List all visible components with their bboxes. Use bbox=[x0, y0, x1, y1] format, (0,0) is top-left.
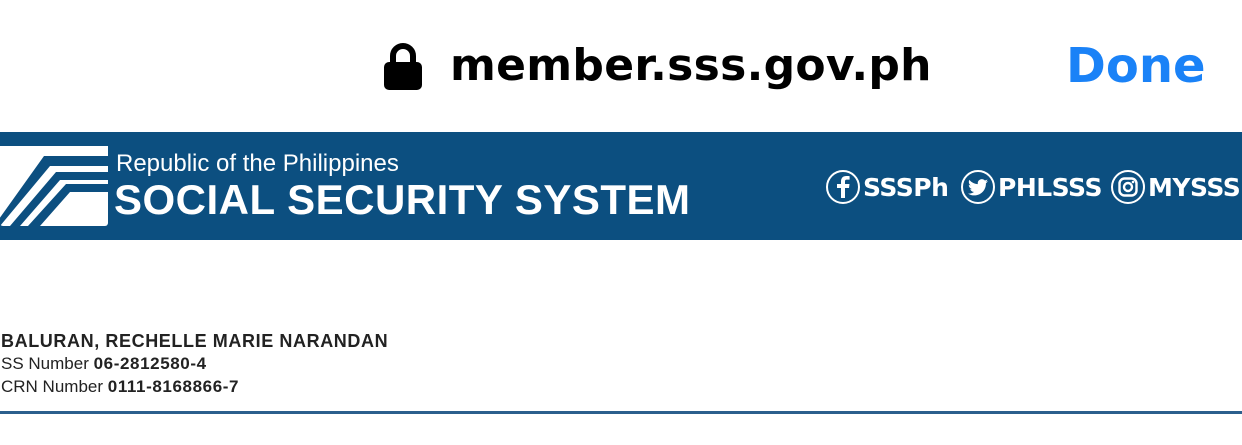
crn-number-value: 0111-8168866-7 bbox=[107, 377, 240, 396]
member-name: BALURAN, RECHELLE MARIE NARANDAN bbox=[1, 331, 389, 351]
twitter-link[interactable]: PHLSSS bbox=[961, 170, 1102, 204]
twitter-icon bbox=[961, 170, 995, 204]
section-divider bbox=[0, 411, 1242, 414]
ss-number-label: SS Number bbox=[1, 354, 89, 373]
instagram-icon bbox=[1111, 170, 1145, 204]
url-text: member.sss.gov.ph bbox=[450, 40, 932, 91]
ss-number-row: SS Number 06-2812580-4 bbox=[1, 353, 207, 374]
facebook-link[interactable]: SSSPh bbox=[826, 170, 949, 204]
browser-sheet-header: member.sss.gov.ph Done bbox=[0, 0, 1242, 132]
republic-text: Republic of the Philippines bbox=[116, 150, 399, 177]
sss-logo bbox=[0, 146, 108, 226]
facebook-icon bbox=[826, 170, 860, 204]
sss-banner: Republic of the Philippines SOCIAL SECUR… bbox=[0, 132, 1242, 240]
done-button[interactable]: Done bbox=[1066, 38, 1206, 94]
social-label: MYSSSI bbox=[1148, 172, 1242, 202]
social-label: SSSPh bbox=[863, 172, 949, 202]
crn-number-label: CRN Number bbox=[1, 377, 104, 396]
social-label: PHLSSS bbox=[998, 172, 1102, 202]
banner-title: SOCIAL SECURITY SYSTEM bbox=[114, 176, 691, 223]
address-bar[interactable]: member.sss.gov.ph bbox=[0, 0, 1242, 132]
instagram-link[interactable]: MYSSSI bbox=[1111, 170, 1242, 204]
ss-number-value: 06-2812580-4 bbox=[93, 354, 207, 373]
lock-icon bbox=[384, 43, 422, 90]
crn-number-row: CRN Number 0111-8168866-7 bbox=[1, 376, 239, 397]
